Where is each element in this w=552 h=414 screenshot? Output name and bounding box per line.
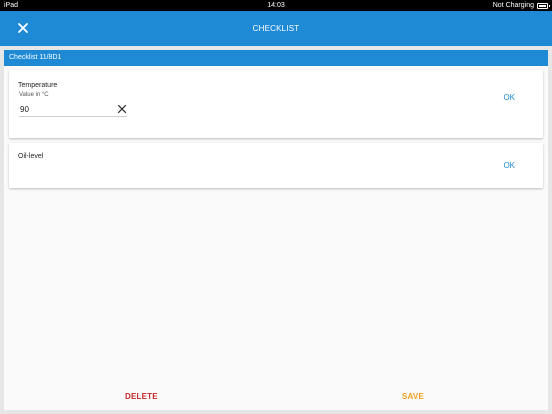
clock: 14:03 <box>267 2 285 9</box>
ok-button[interactable]: OK <box>503 93 515 102</box>
input-hint: Value in °C <box>19 92 49 98</box>
charging-label: Not Charging <box>492 2 534 9</box>
input-value: 90 <box>20 105 29 114</box>
charging-status: Not Charging <box>492 2 550 9</box>
checklist-header: Checklist 11/8D1 <box>4 50 548 66</box>
page-title: CHECKLIST <box>252 24 300 33</box>
delete-button[interactable]: DELETE <box>125 392 158 401</box>
save-button[interactable]: SAVE <box>402 392 424 401</box>
status-bar: iPad 14:03 Not Charging <box>0 0 552 11</box>
checklist-item-oil-level: Oil-level OK <box>9 143 543 188</box>
temperature-input[interactable]: 90 <box>19 103 127 117</box>
app-bar: CHECKLIST <box>0 11 552 46</box>
checklist-item-temperature: Temperature Value in °C 90 OK <box>9 70 543 138</box>
clear-icon[interactable] <box>117 104 127 114</box>
checklist-sheet: Checklist 11/8D1 Temperature Value in °C… <box>4 50 548 410</box>
ok-button[interactable]: OK <box>503 161 515 170</box>
item-label: Oil-level <box>18 153 44 160</box>
battery-icon <box>537 2 550 9</box>
item-label: Temperature <box>18 82 58 89</box>
